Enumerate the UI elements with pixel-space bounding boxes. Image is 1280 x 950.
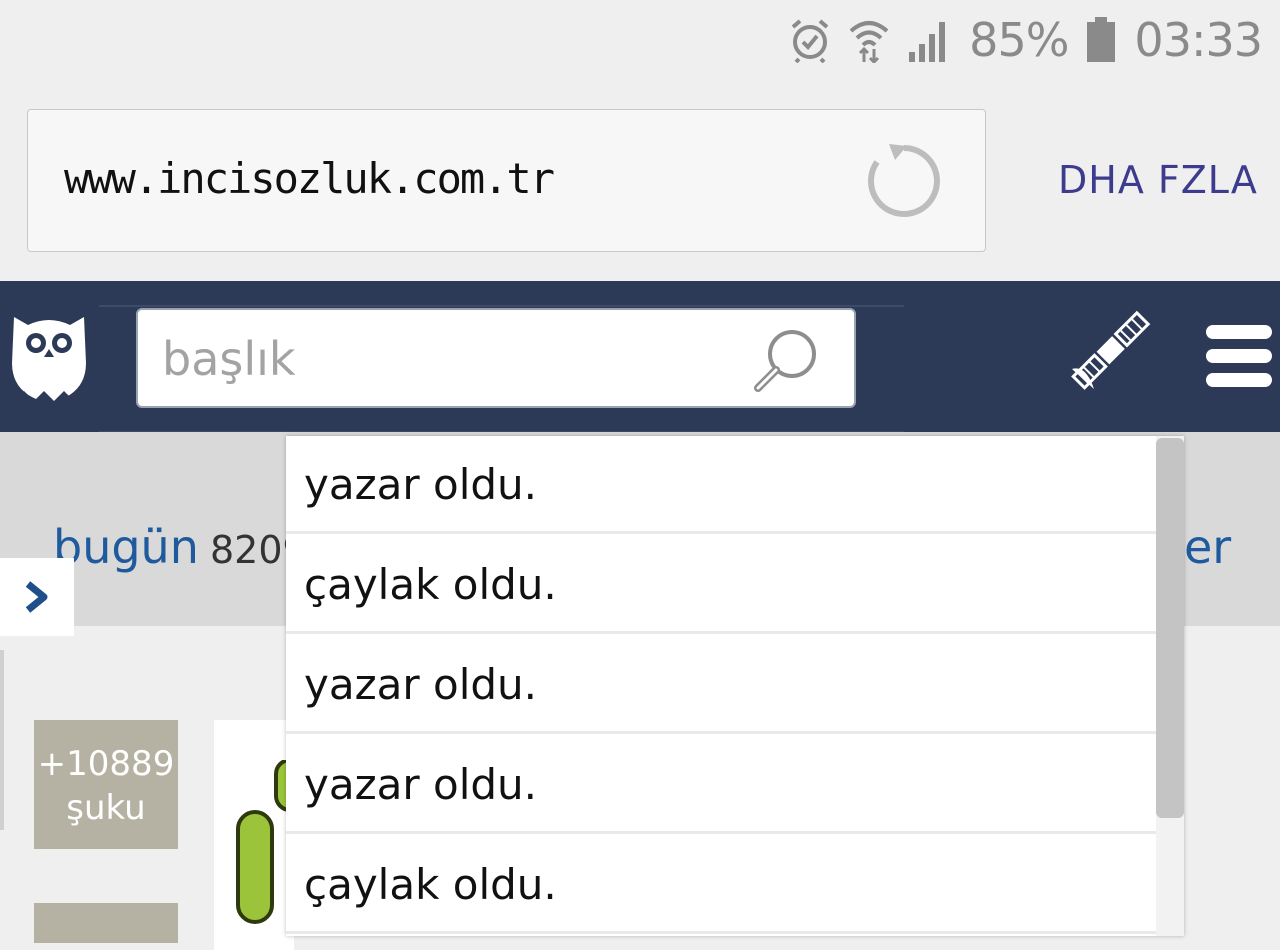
score-badge[interactable]: +10889 şuku [34,720,178,849]
site-header [0,281,1280,433]
menu-icon[interactable] [1206,323,1274,395]
search-field[interactable] [136,308,856,408]
battery-percent: 85% [969,13,1069,67]
suggestion-dropdown: yazar oldu. çaylak oldu. yazar oldu. yaz… [286,436,1184,936]
score-value: +10889 [37,744,175,784]
owl-icon[interactable] [8,303,90,411]
status-icons: 85% 03:33 [789,10,1263,70]
satellite-icon[interactable] [1068,309,1152,397]
handwritten-note: DHA FZLA [1058,158,1258,202]
alarm-icon [789,17,831,63]
panel-edge [0,650,4,830]
side-panel-toggle[interactable] [0,558,74,636]
reload-icon[interactable] [865,142,943,224]
suggestion-item[interactable]: çaylak oldu. [286,536,1156,634]
suggestion-item[interactable]: yazar oldu. [286,636,1156,734]
suggestion-item[interactable]: yazar oldu. [286,436,1156,534]
score-unit: şuku [66,788,146,828]
today-link[interactable]: bugün [53,520,199,574]
status-bar: 85% 03:33 [0,0,1280,80]
dropdown-scrollbar[interactable] [1156,436,1184,936]
url-text[interactable]: www.incisozluk.com.tr [64,154,555,203]
battery-icon [1086,17,1116,63]
search-input[interactable] [160,326,724,392]
wifi-icon [849,17,889,63]
suggestion-item[interactable]: çaylak oldu. [286,836,1156,934]
search-icon[interactable] [752,326,820,398]
suggestion-item[interactable]: yazar oldu. [286,736,1156,834]
signal-icon [907,18,951,62]
stats-right-link[interactable]: er [1184,520,1231,574]
scrollbar-thumb[interactable] [1156,438,1184,818]
clock: 03:33 [1134,13,1263,67]
address-bar[interactable]: www.incisozluk.com.tr [27,109,986,252]
score-badge-next[interactable] [34,903,178,943]
